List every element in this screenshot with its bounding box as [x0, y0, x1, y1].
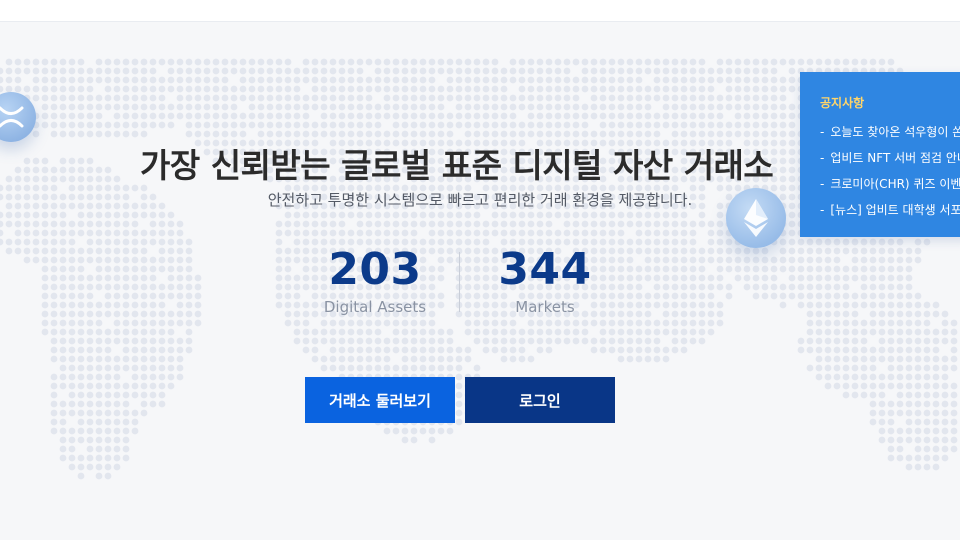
stats-divider — [459, 252, 460, 312]
stat-digital-assets: 203 Digital Assets — [305, 244, 445, 316]
notice-item[interactable]: - 오늘도 찾아온 석우형이 쏜다 — [820, 119, 960, 145]
notice-item[interactable]: -[뉴스] 업비트 대학생 서포터즈 — [820, 197, 960, 223]
notice-item[interactable]: - 크로미아(CHR) 퀴즈 이벤트 — [820, 171, 960, 197]
stat-digital-assets-label: Digital Assets — [323, 298, 427, 316]
explore-exchange-button[interactable]: 거래소 둘러보기 — [305, 377, 455, 423]
login-button[interactable]: 로그인 — [465, 377, 615, 423]
notice-title: 공지사항 — [820, 96, 865, 110]
notice-panel: 공지사항 - 오늘도 찾아온 석우형이 쏜다 - 업비트 NFT 서버 점검 안내 … — [800, 72, 960, 237]
notice-list: - 오늘도 찾아온 석우형이 쏜다 - 업비트 NFT 서버 점검 안내 - 크로미아… — [820, 119, 960, 223]
stat-markets-label: Markets — [515, 298, 575, 316]
stat-markets-value: 344 — [498, 244, 592, 295]
top-header-bar — [0, 0, 960, 22]
stat-digital-assets-value: 203 — [328, 244, 422, 295]
stat-markets: 344 Markets — [475, 244, 615, 316]
notice-item[interactable]: - 업비트 NFT 서버 점검 안내 — [820, 145, 960, 171]
